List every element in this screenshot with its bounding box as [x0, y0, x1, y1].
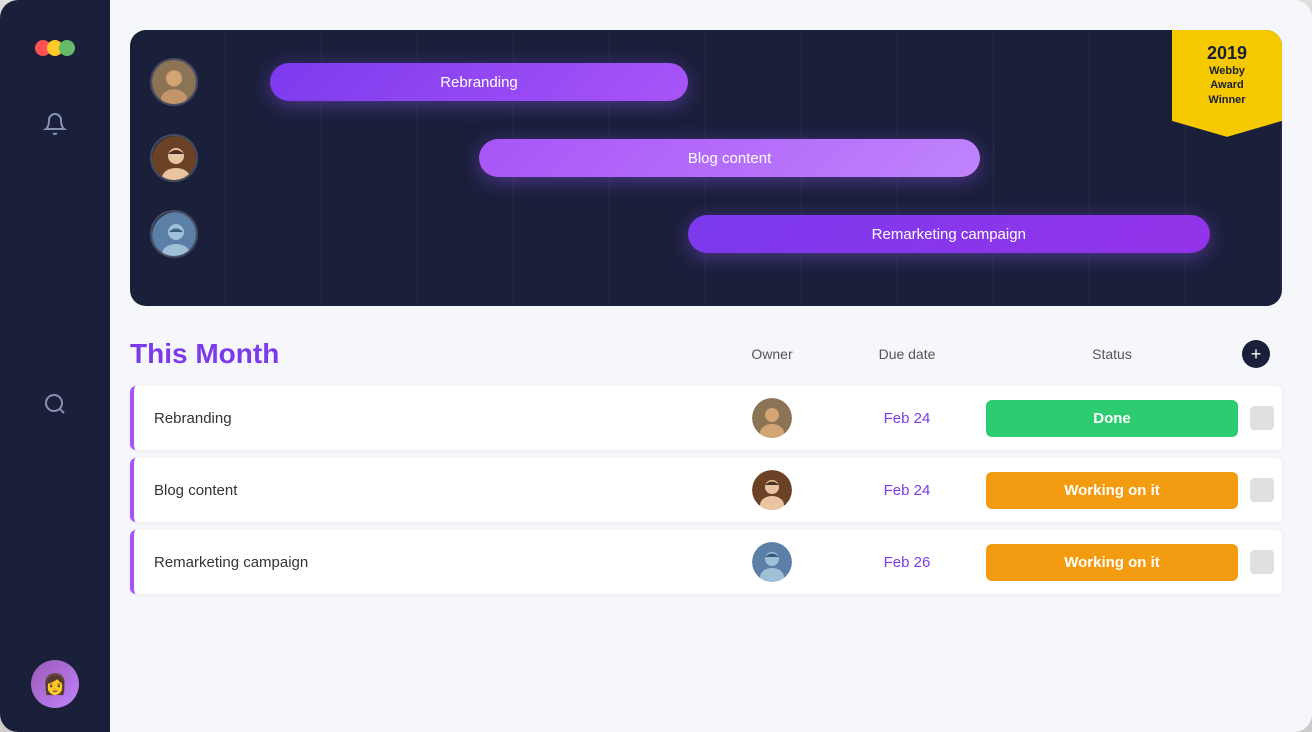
task-drag-handle [1242, 406, 1282, 430]
status-badge-done[interactable]: Done [986, 400, 1238, 437]
task-drag-handle [1242, 478, 1282, 502]
table-header: This Month Owner Due date Status + [130, 338, 1282, 370]
task-status: Working on it [982, 544, 1242, 581]
gantt-bar-container-2: Blog content [218, 137, 1262, 179]
task-row: Blog content Feb 24 Working on it [130, 458, 1282, 522]
gantt-rows: Rebranding [150, 54, 1262, 262]
award-ribbon: 2019 Webby Award Winner [1172, 30, 1282, 137]
sidebar: 👩 [0, 0, 110, 732]
award-text: Webby Award Winner [1182, 64, 1272, 107]
gantt-bar-label: Blog content [688, 150, 771, 167]
award-banner: 2019 Webby Award Winner [1162, 30, 1282, 160]
gantt-row: Rebranding [150, 54, 1262, 110]
app-container: 👩 [0, 0, 1312, 732]
search-icon[interactable] [35, 384, 75, 424]
notification-icon[interactable] [35, 104, 75, 144]
gantt-row: Blog content [150, 130, 1262, 186]
task-date: Feb 24 [832, 482, 982, 499]
main-content: Rebranding [110, 0, 1312, 732]
col-header-status: Status [982, 346, 1242, 362]
task-name: Blog content [134, 482, 712, 499]
logo[interactable] [31, 24, 79, 72]
task-owner [712, 470, 832, 510]
drag-handle[interactable] [1250, 406, 1274, 430]
task-status: Done [982, 400, 1242, 437]
col-header-add: + [1242, 340, 1282, 368]
user-avatar[interactable]: 👩 [31, 660, 79, 708]
task-drag-handle [1242, 550, 1282, 574]
task-avatar [752, 398, 792, 438]
task-row: Remarketing campaign Feb 26 Working on i… [130, 530, 1282, 594]
task-owner [712, 542, 832, 582]
task-avatar [752, 470, 792, 510]
gantt-bar-remarketing[interactable]: Remarketing campaign [688, 215, 1210, 253]
gantt-bar-blog[interactable]: Blog content [479, 139, 980, 177]
task-name: Rebranding [134, 410, 712, 427]
task-date: Feb 24 [832, 410, 982, 427]
task-status: Working on it [982, 472, 1242, 509]
task-avatar [752, 542, 792, 582]
status-badge-working[interactable]: Working on it [986, 544, 1238, 581]
section-title: This Month [130, 338, 712, 370]
col-header-owner: Owner [712, 346, 832, 362]
award-year: 2019 [1182, 44, 1272, 62]
gantt-bar-label: Rebranding [440, 74, 518, 91]
task-owner [712, 398, 832, 438]
gantt-section: Rebranding [130, 30, 1282, 306]
gantt-bar-label: Remarketing campaign [872, 226, 1026, 243]
task-row: Rebranding Feb 24 Done [130, 386, 1282, 450]
drag-handle[interactable] [1250, 550, 1274, 574]
gantt-bar-container-3: Remarketing campaign [218, 213, 1262, 255]
gantt-bar-container-1: Rebranding [218, 61, 1262, 103]
status-badge-working[interactable]: Working on it [986, 472, 1238, 509]
task-date: Feb 26 [832, 554, 982, 571]
gantt-bar-rebranding[interactable]: Rebranding [270, 63, 688, 101]
gantt-avatar-1 [150, 58, 198, 106]
table-section: This Month Owner Due date Status + Rebra… [130, 338, 1282, 702]
drag-handle[interactable] [1250, 478, 1274, 502]
gantt-row: Remarketing campaign [150, 206, 1262, 262]
col-header-date: Due date [832, 346, 982, 362]
task-name: Remarketing campaign [134, 554, 712, 571]
gantt-avatar-3 [150, 210, 198, 258]
add-task-button[interactable]: + [1242, 340, 1270, 368]
gantt-avatar-2 [150, 134, 198, 182]
